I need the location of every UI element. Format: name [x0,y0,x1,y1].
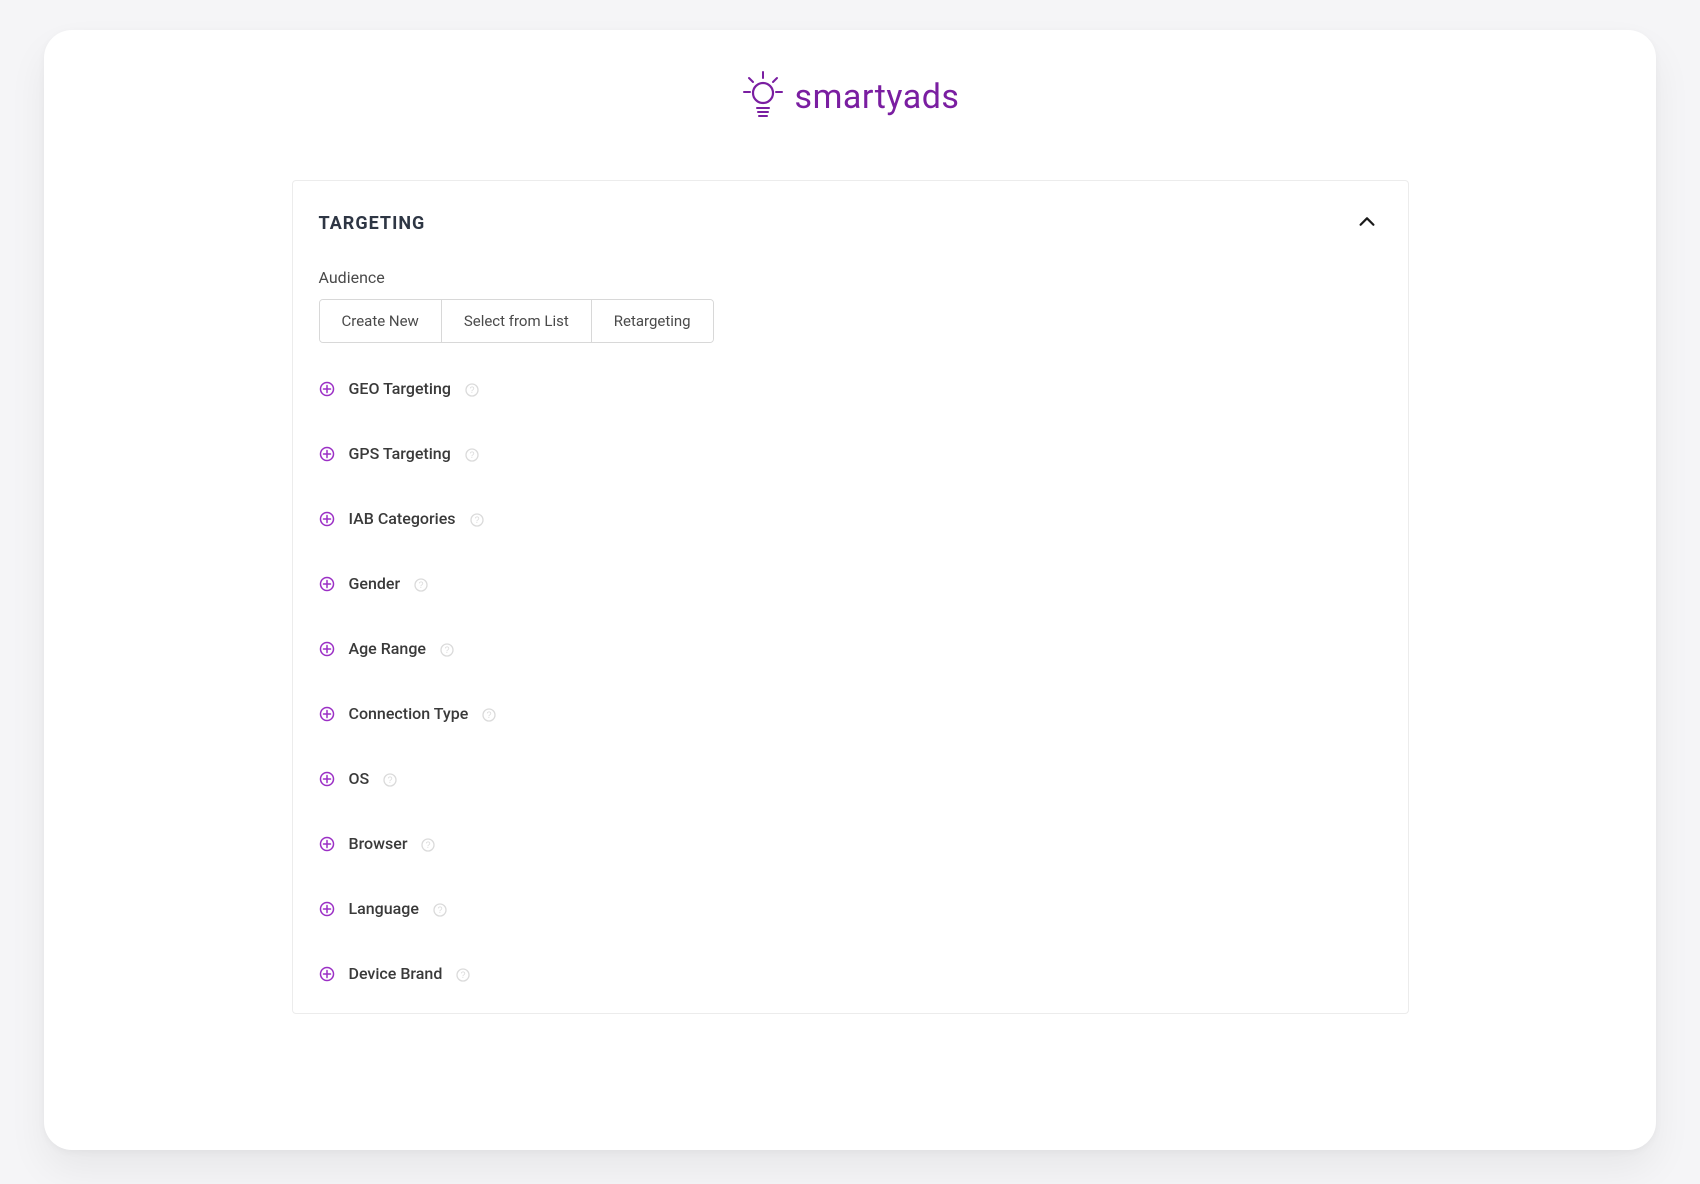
logo-wrap: smartyads [44,70,1656,124]
plus-circle-icon [319,771,335,787]
help-icon[interactable]: ? [456,967,470,981]
help-icon[interactable]: ? [470,512,484,526]
brand-logo: smartyads [741,70,960,124]
panel-header: TARGETING [319,207,1382,240]
app-card: smartyads TARGETING Audience Create New … [44,30,1656,1150]
help-icon[interactable]: ? [465,447,479,461]
targeting-row-gps[interactable]: GPS Targeting ? [319,444,1382,463]
targeting-row-os[interactable]: OS ? [319,769,1382,788]
plus-circle-icon [319,511,335,527]
targeting-label: Language [349,899,419,918]
audience-button-group: Create New Select from List Retargeting [319,299,714,343]
retargeting-button[interactable]: Retargeting [591,300,713,342]
svg-text:?: ? [444,645,449,655]
plus-circle-icon [319,966,335,982]
help-icon[interactable]: ? [465,382,479,396]
targeting-label: Device Brand [349,964,443,983]
lightbulb-icon [741,70,785,124]
targeting-row-age[interactable]: Age Range ? [319,639,1382,658]
targeting-label: Age Range [349,639,426,658]
plus-circle-icon [319,641,335,657]
targeting-options-list: GEO Targeting ? GPS Targeting ? IAB Cate [319,379,1382,983]
collapse-button[interactable] [1352,207,1382,240]
svg-text:?: ? [419,580,424,590]
help-icon[interactable]: ? [414,577,428,591]
help-icon[interactable]: ? [433,902,447,916]
svg-text:?: ? [474,515,479,525]
select-from-list-button[interactable]: Select from List [441,300,591,342]
targeting-row-iab[interactable]: IAB Categories ? [319,509,1382,528]
audience-label: Audience [319,268,1382,287]
brand-name: smartyads [795,77,960,117]
plus-circle-icon [319,901,335,917]
help-icon[interactable]: ? [383,772,397,786]
create-new-button[interactable]: Create New [320,300,441,342]
plus-circle-icon [319,836,335,852]
targeting-row-language[interactable]: Language ? [319,899,1382,918]
targeting-row-geo[interactable]: GEO Targeting ? [319,379,1382,398]
svg-text:?: ? [388,775,393,785]
chevron-up-icon [1356,221,1378,236]
svg-text:?: ? [487,710,492,720]
help-icon[interactable]: ? [440,642,454,656]
svg-text:?: ? [469,450,474,460]
panel-title: TARGETING [319,213,426,234]
targeting-panel: TARGETING Audience Create New Select fro… [292,180,1409,1014]
plus-circle-icon [319,706,335,722]
targeting-row-browser[interactable]: Browser ? [319,834,1382,853]
targeting-label: GPS Targeting [349,444,451,463]
plus-circle-icon [319,576,335,592]
plus-circle-icon [319,381,335,397]
svg-text:?: ? [469,385,474,395]
help-icon[interactable]: ? [482,707,496,721]
svg-text:?: ? [437,905,442,915]
targeting-label: IAB Categories [349,509,456,528]
targeting-label: OS [349,769,370,788]
targeting-label: Browser [349,834,408,853]
svg-text:?: ? [461,970,466,980]
targeting-label: Connection Type [349,704,469,723]
targeting-row-connection[interactable]: Connection Type ? [319,704,1382,723]
targeting-row-device-brand[interactable]: Device Brand ? [319,964,1382,983]
targeting-label: GEO Targeting [349,379,451,398]
targeting-row-gender[interactable]: Gender ? [319,574,1382,593]
plus-circle-icon [319,446,335,462]
help-icon[interactable]: ? [421,837,435,851]
targeting-label: Gender [349,574,401,593]
svg-text:?: ? [426,840,431,850]
